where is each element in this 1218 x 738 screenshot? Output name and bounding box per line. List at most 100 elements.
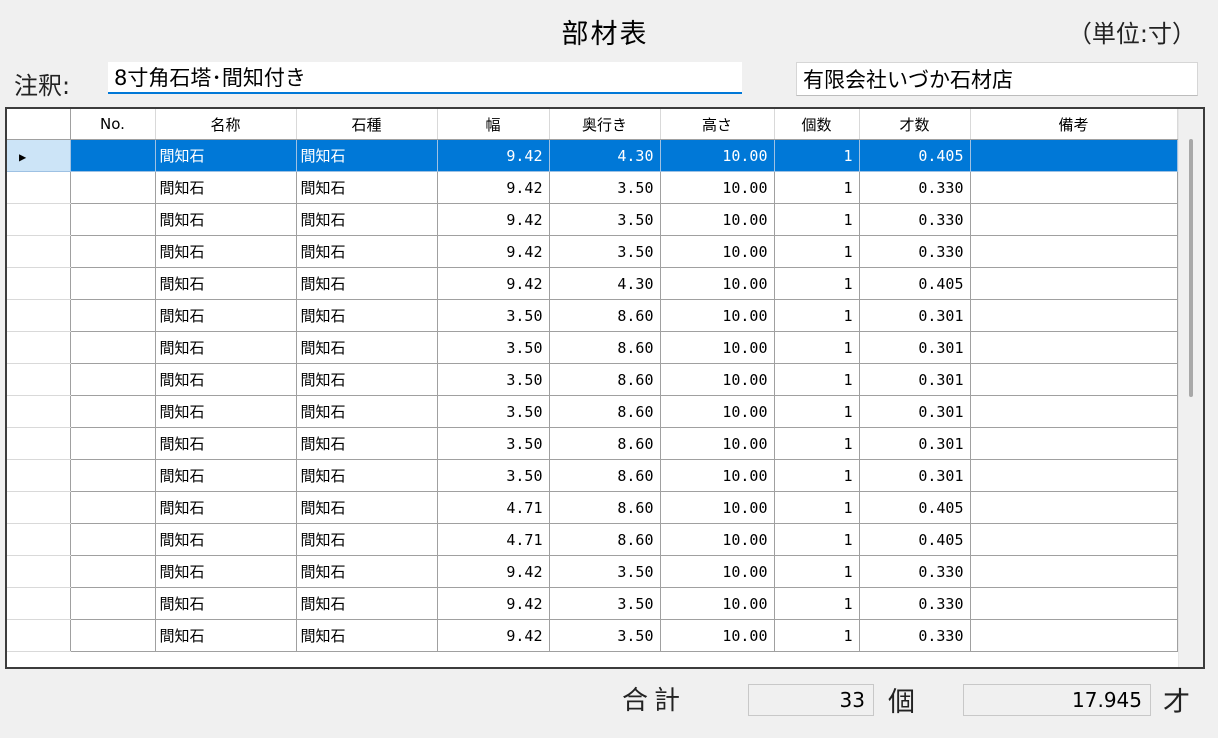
cell-width[interactable]: 3.50 (437, 395, 550, 428)
cell-width[interactable]: 9.42 (437, 235, 550, 268)
cell-name[interactable]: 間知石 (155, 235, 297, 268)
cell-name[interactable]: 間知石 (155, 587, 297, 620)
cell-name[interactable]: 間知石 (155, 555, 297, 588)
col-header-no[interactable]: No. (70, 109, 156, 140)
cell-height[interactable]: 10.00 (660, 139, 775, 172)
cell-depth[interactable]: 8.60 (549, 331, 661, 364)
cell-remarks[interactable] (970, 491, 1178, 524)
cell-stone[interactable]: 間知石 (296, 427, 438, 460)
cell-height[interactable]: 10.00 (660, 331, 775, 364)
row-header[interactable] (7, 459, 71, 492)
cell-no[interactable] (70, 491, 156, 524)
table-row[interactable]: 間知石 間知石 4.71 8.60 10.00 1 0.405 (7, 491, 1178, 524)
cell-no[interactable] (70, 171, 156, 204)
cell-remarks[interactable] (970, 427, 1178, 460)
cell-count[interactable]: 1 (774, 395, 860, 428)
cell-saisu[interactable]: 0.330 (859, 587, 971, 620)
cell-width[interactable]: 9.42 (437, 139, 550, 172)
cell-count[interactable]: 1 (774, 587, 860, 620)
cell-count[interactable]: 1 (774, 555, 860, 588)
note-input[interactable] (108, 62, 742, 94)
cell-height[interactable]: 10.00 (660, 395, 775, 428)
cell-remarks[interactable] (970, 299, 1178, 332)
cell-stone[interactable]: 間知石 (296, 267, 438, 300)
cell-height[interactable]: 10.00 (660, 523, 775, 556)
cell-stone[interactable]: 間知石 (296, 555, 438, 588)
col-header-depth[interactable]: 奥行き (549, 109, 661, 140)
cell-width[interactable]: 9.42 (437, 203, 550, 236)
cell-depth[interactable]: 8.60 (549, 491, 661, 524)
cell-count[interactable]: 1 (774, 267, 860, 300)
cell-depth[interactable]: 3.50 (549, 555, 661, 588)
cell-stone[interactable]: 間知石 (296, 395, 438, 428)
cell-count[interactable]: 1 (774, 523, 860, 556)
col-header-height[interactable]: 高さ (660, 109, 775, 140)
cell-no[interactable] (70, 587, 156, 620)
cell-width[interactable]: 9.42 (437, 555, 550, 588)
cell-count[interactable]: 1 (774, 491, 860, 524)
cell-no[interactable] (70, 267, 156, 300)
parts-grid[interactable]: No. 名称 石種 幅 奥行き 高さ 個数 才数 備考 ▶ 間知石 間知石 9.42 4… (5, 107, 1205, 669)
row-header[interactable] (7, 619, 71, 652)
col-header-saisu[interactable]: 才数 (859, 109, 971, 140)
row-header[interactable] (7, 491, 71, 524)
cell-height[interactable]: 10.00 (660, 587, 775, 620)
cell-count[interactable]: 1 (774, 619, 860, 652)
row-header[interactable] (7, 331, 71, 364)
table-row[interactable]: 間知石 間知石 9.42 3.50 10.00 1 0.330 (7, 587, 1178, 620)
cell-width[interactable]: 3.50 (437, 299, 550, 332)
col-header-width[interactable]: 幅 (437, 109, 550, 140)
cell-saisu[interactable]: 0.301 (859, 427, 971, 460)
row-header[interactable]: ▶ (7, 139, 71, 172)
row-header[interactable] (7, 363, 71, 396)
cell-name[interactable]: 間知石 (155, 139, 297, 172)
cell-height[interactable]: 10.00 (660, 619, 775, 652)
scrollbar-thumb[interactable] (1189, 139, 1193, 397)
cell-stone[interactable]: 間知石 (296, 459, 438, 492)
cell-height[interactable]: 10.00 (660, 555, 775, 588)
cell-saisu[interactable]: 0.330 (859, 235, 971, 268)
cell-count[interactable]: 1 (774, 299, 860, 332)
table-row[interactable]: ▶ 間知石 間知石 9.42 4.30 10.00 1 0.405 (7, 139, 1178, 172)
cell-remarks[interactable] (970, 331, 1178, 364)
table-row[interactable]: 間知石 間知石 9.42 3.50 10.00 1 0.330 (7, 171, 1178, 204)
cell-height[interactable]: 10.00 (660, 491, 775, 524)
row-header[interactable] (7, 587, 71, 620)
cell-remarks[interactable] (970, 555, 1178, 588)
row-header[interactable] (7, 395, 71, 428)
cell-remarks[interactable] (970, 235, 1178, 268)
cell-width[interactable]: 9.42 (437, 171, 550, 204)
cell-stone[interactable]: 間知石 (296, 587, 438, 620)
cell-stone[interactable]: 間知石 (296, 619, 438, 652)
cell-no[interactable] (70, 555, 156, 588)
cell-depth[interactable]: 8.60 (549, 459, 661, 492)
cell-remarks[interactable] (970, 459, 1178, 492)
cell-stone[interactable]: 間知石 (296, 203, 438, 236)
cell-name[interactable]: 間知石 (155, 363, 297, 396)
cell-stone[interactable]: 間知石 (296, 171, 438, 204)
cell-stone[interactable]: 間知石 (296, 363, 438, 396)
cell-count[interactable]: 1 (774, 203, 860, 236)
cell-saisu[interactable]: 0.330 (859, 555, 971, 588)
cell-stone[interactable]: 間知石 (296, 331, 438, 364)
cell-depth[interactable]: 3.50 (549, 171, 661, 204)
table-row[interactable]: 間知石 間知石 3.50 8.60 10.00 1 0.301 (7, 363, 1178, 396)
cell-no[interactable] (70, 619, 156, 652)
row-header[interactable] (7, 523, 71, 556)
cell-stone[interactable]: 間知石 (296, 235, 438, 268)
cell-stone[interactable]: 間知石 (296, 523, 438, 556)
cell-remarks[interactable] (970, 395, 1178, 428)
cell-width[interactable]: 3.50 (437, 459, 550, 492)
cell-stone[interactable]: 間知石 (296, 491, 438, 524)
cell-no[interactable] (70, 331, 156, 364)
cell-no[interactable] (70, 139, 156, 172)
cell-width[interactable]: 4.71 (437, 523, 550, 556)
cell-depth[interactable]: 3.50 (549, 235, 661, 268)
cell-name[interactable]: 間知石 (155, 171, 297, 204)
cell-no[interactable] (70, 363, 156, 396)
cell-name[interactable]: 間知石 (155, 267, 297, 300)
cell-no[interactable] (70, 427, 156, 460)
cell-name[interactable]: 間知石 (155, 203, 297, 236)
table-row[interactable]: 間知石 間知石 3.50 8.60 10.00 1 0.301 (7, 459, 1178, 492)
cell-width[interactable]: 3.50 (437, 427, 550, 460)
